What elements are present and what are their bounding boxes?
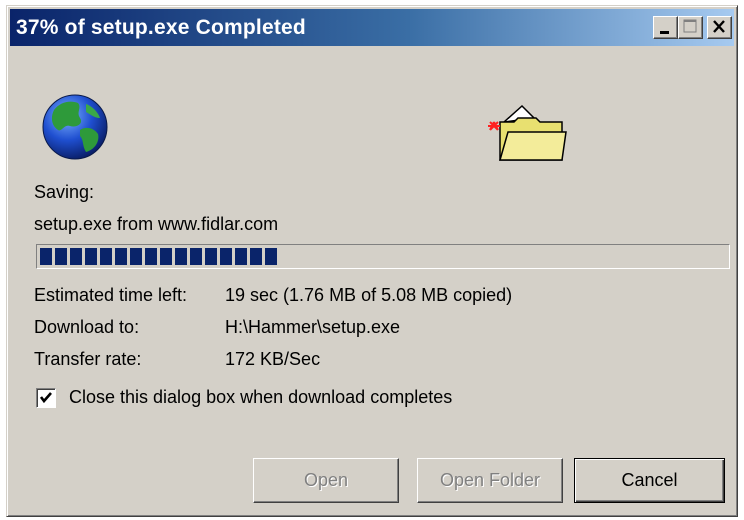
transfer-rate-value: 172 KB/Sec <box>225 349 321 369</box>
file-source-text: setup.exe from www.fidlar.com <box>34 214 279 234</box>
minimize-button[interactable] <box>653 16 678 39</box>
title-bar[interactable]: 37% of setup.exe Completed <box>10 9 734 46</box>
open-folder-button[interactable]: Open Folder <box>417 458 563 503</box>
minimize-icon <box>660 31 669 34</box>
checkmark-icon <box>39 392 52 404</box>
download-to-label: Download to: <box>34 317 140 337</box>
globe-icon <box>42 94 108 160</box>
progress-fill <box>40 248 277 265</box>
maximize-button[interactable] <box>678 16 703 39</box>
open-button[interactable]: Open <box>253 458 399 503</box>
download-progress-bar <box>36 244 730 269</box>
download-to-value: H:\Hammer\setup.exe <box>225 317 401 337</box>
close-button[interactable] <box>707 16 732 39</box>
download-dialog: 37% of setup.exe Completed Saving: setup… <box>6 5 738 517</box>
close-when-done-checkbox[interactable] <box>36 388 56 408</box>
saving-label: Saving: <box>34 182 95 202</box>
folder-icon <box>488 104 567 161</box>
transfer-rate-label: Transfer rate: <box>34 349 142 369</box>
close-when-done-label[interactable]: Close this dialog box when download comp… <box>69 387 452 408</box>
estimated-time-value: 19 sec (1.76 MB of 5.08 MB copied) <box>225 285 513 305</box>
cancel-button[interactable]: Cancel <box>574 458 725 503</box>
estimated-time-label: Estimated time left: <box>34 285 188 305</box>
window-title: 37% of setup.exe Completed <box>16 16 306 39</box>
close-icon <box>713 20 725 33</box>
maximize-icon <box>683 19 697 33</box>
